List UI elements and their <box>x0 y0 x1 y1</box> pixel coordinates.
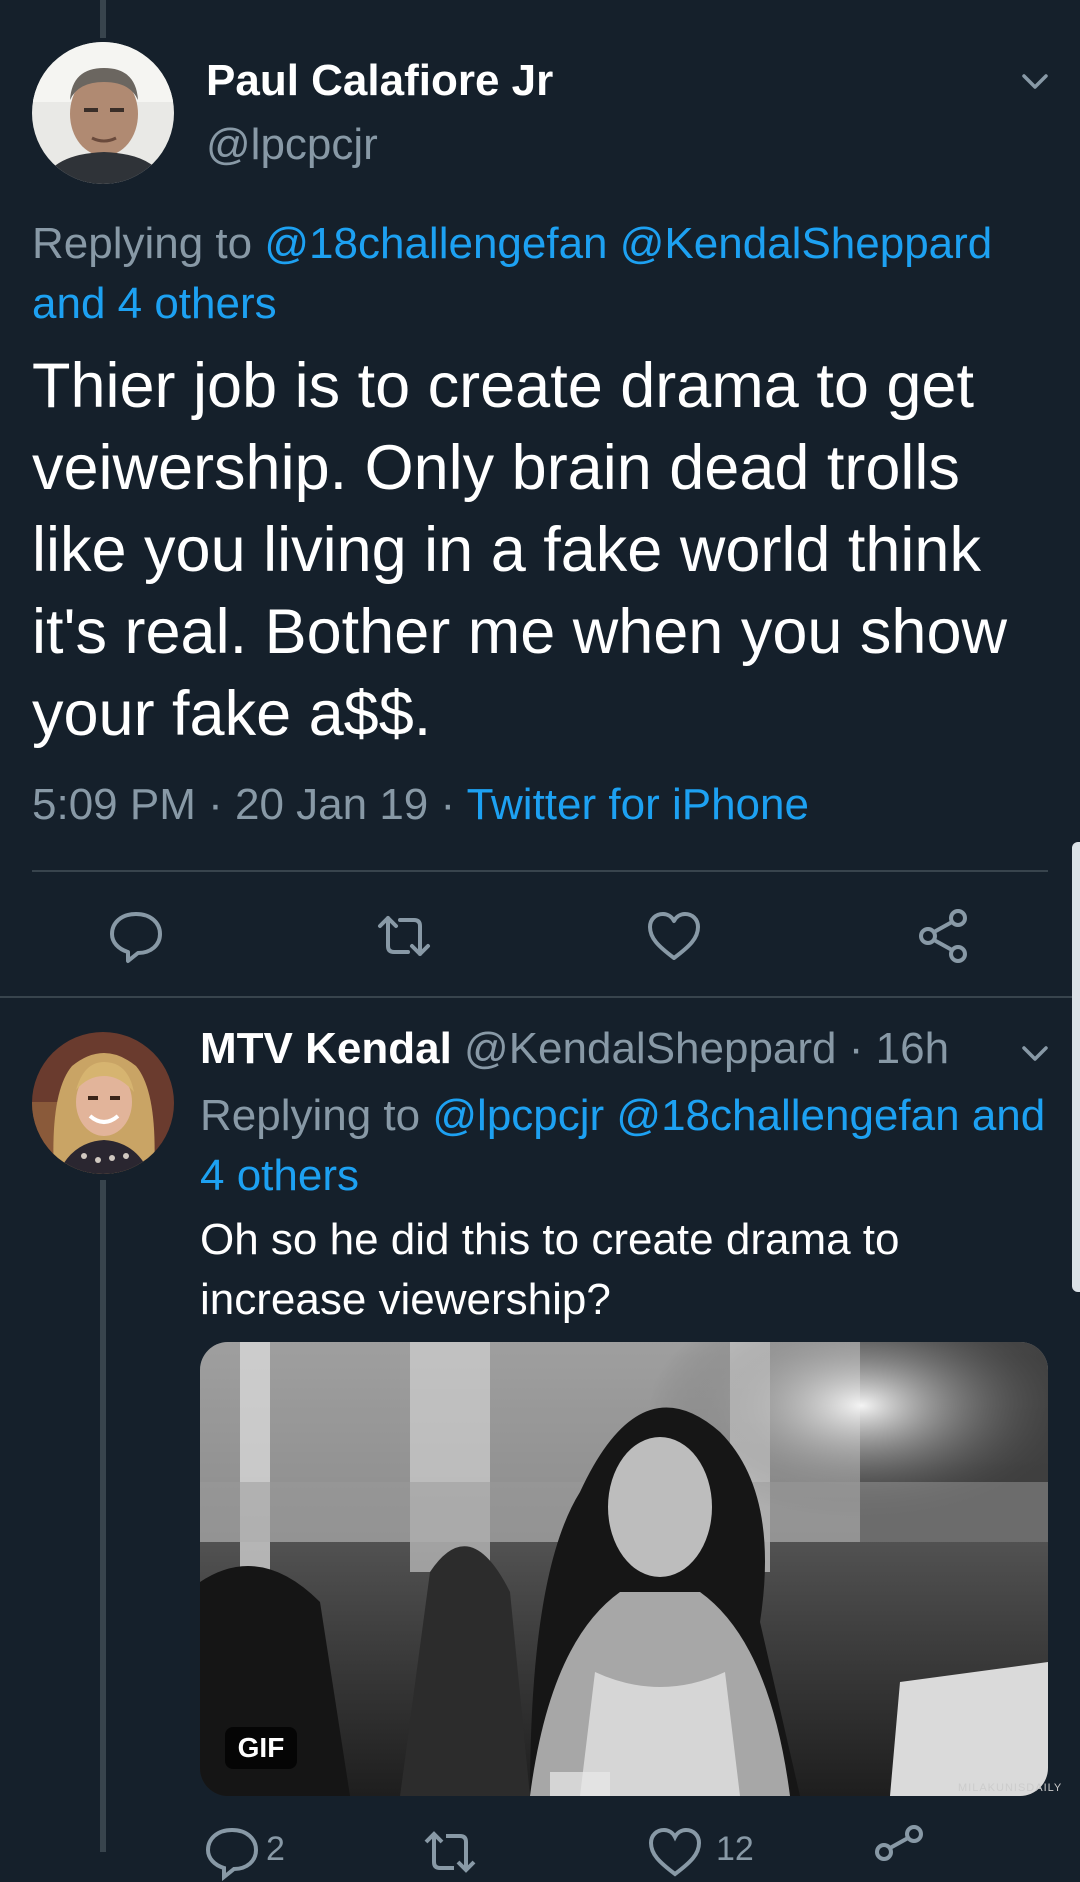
reply-icon[interactable] <box>106 906 166 966</box>
reply-text: Oh so he did this to create drama to inc… <box>200 1215 900 1324</box>
others-link[interactable]: and 4 others <box>32 279 277 328</box>
tweet-text: Thier job is to create drama to get veiw… <box>32 351 1007 749</box>
gif-badge: GIF <box>225 1727 297 1769</box>
chevron-down-icon[interactable] <box>1018 1036 1052 1070</box>
reply-replying-to: Replying to @lpcpcjr @18challengefan and… <box>200 1086 1060 1206</box>
author-avatar[interactable] <box>32 42 174 184</box>
mention-link[interactable]: @lpcpcjr <box>432 1091 604 1140</box>
gif-media[interactable] <box>200 1342 1048 1796</box>
share-icon[interactable] <box>870 1822 930 1882</box>
reply-age[interactable]: 16h <box>876 1024 949 1073</box>
tweet-time[interactable]: 5:09 PM <box>32 780 196 829</box>
replying-label: Replying to <box>32 219 253 268</box>
meta-separator: · <box>836 1024 876 1073</box>
like-count: 12 <box>716 1830 754 1868</box>
reply-author-avatar[interactable] <box>32 1032 174 1174</box>
heart-icon[interactable] <box>645 1822 705 1882</box>
mention-link[interactable]: @18challengefan <box>616 1091 959 1140</box>
mention-link[interactable]: @18challengefan <box>264 219 607 268</box>
replying-to: Replying to @18challengefan @KendalShepp… <box>32 214 1062 334</box>
scrollbar[interactable] <box>1072 842 1080 1292</box>
divider <box>0 996 1080 998</box>
meta-separator: · <box>195 780 235 829</box>
thread-line <box>100 0 106 38</box>
thread-line <box>100 1180 106 1852</box>
reply-author-handle[interactable]: @KendalSheppard <box>464 1024 837 1073</box>
mention-link[interactable]: @KendalSheppard <box>620 219 993 268</box>
gif-watermark: MILAKUNISDAILY <box>958 1782 1063 1794</box>
divider <box>32 870 1048 872</box>
tweet-date[interactable]: 20 Jan 19 <box>235 780 428 829</box>
reply-icon[interactable] <box>202 1822 262 1882</box>
retweet-icon[interactable] <box>420 1822 480 1882</box>
chevron-down-icon[interactable] <box>1018 64 1052 98</box>
retweet-icon[interactable] <box>374 906 434 966</box>
meta-separator: · <box>428 780 467 829</box>
share-icon[interactable] <box>914 906 974 966</box>
reply-header: MTV Kendal @KendalSheppard · 16h <box>200 1024 949 1074</box>
tweet-meta: 5:09 PM · 20 Jan 19 · Twitter for iPhone <box>32 780 809 830</box>
reply-count: 2 <box>266 1830 285 1868</box>
heart-icon[interactable] <box>644 906 704 966</box>
replying-label: Replying to <box>200 1091 421 1140</box>
reply-author-name[interactable]: MTV Kendal <box>200 1024 452 1073</box>
tweet-source[interactable]: Twitter for iPhone <box>467 780 809 829</box>
author-name[interactable]: Paul Calafiore Jr <box>206 56 553 106</box>
author-handle[interactable]: @lpcpcjr <box>206 120 378 170</box>
